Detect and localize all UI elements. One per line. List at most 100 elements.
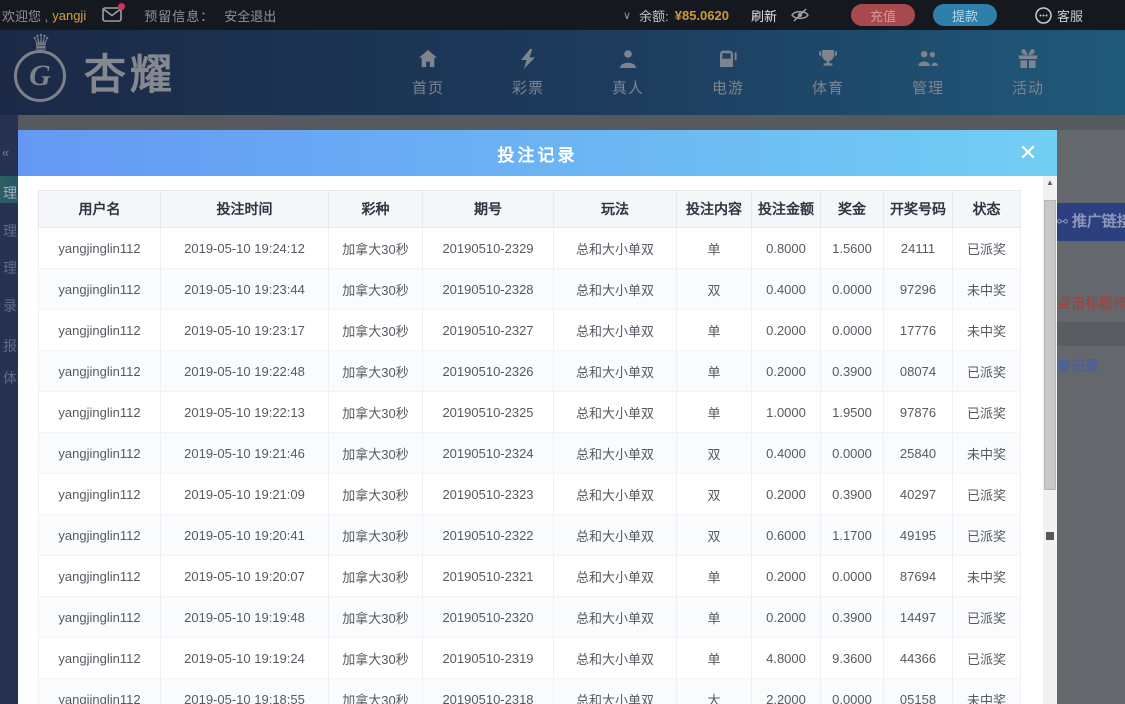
cell-user: yangjinglin112 <box>38 555 161 597</box>
modal-title: 投注记录 <box>497 145 578 165</box>
nav-item-label: 管理 <box>911 79 944 97</box>
brand-name: 杏耀 <box>84 50 177 98</box>
cell-prize: 0.3900 <box>820 473 884 515</box>
cell-time: 2019-05-10 19:21:09 <box>160 473 329 515</box>
nav-item-sports[interactable]: 体育 <box>778 30 878 115</box>
nav-item-label: 首页 <box>411 79 444 97</box>
nav-item-manage[interactable]: 管理 <box>878 30 978 115</box>
cell-amount: 4.8000 <box>751 637 821 679</box>
customer-service-button[interactable]: 客服 <box>1035 6 1083 25</box>
eye-off-icon[interactable] <box>791 8 809 22</box>
status-badge: 已派奖 <box>952 514 1021 556</box>
cell-prize: 0.0000 <box>820 268 884 310</box>
cell-play: 总和大小单双 <box>553 432 677 474</box>
status-badge: 未中奖 <box>952 555 1021 597</box>
table-row: yangjinglin112 2019-05-10 19:21:09 加拿大30秒 2… <box>38 473 1021 515</box>
cell-draw: 87694 <box>883 555 953 597</box>
cell-content: 单 <box>676 350 752 392</box>
cell-draw: 44366 <box>883 637 953 679</box>
cell-draw: 97876 <box>883 391 953 433</box>
cell-prize: 0.3900 <box>820 596 884 638</box>
cell-time: 2019-05-10 19:20:41 <box>160 514 329 556</box>
welcome-text: 欢迎您 , <box>2 8 49 24</box>
cell-draw: 05158 <box>883 678 953 704</box>
cell-amount: 1.0000 <box>751 391 821 433</box>
cell-play: 总和大小单双 <box>553 555 677 597</box>
chevron-down-icon[interactable]: ∨ <box>623 9 631 22</box>
cell-user: yangjinglin112 <box>38 391 161 433</box>
gift-icon <box>1019 48 1037 68</box>
cell-time: 2019-05-10 19:22:48 <box>160 350 329 392</box>
cell-amount: 0.2000 <box>751 473 821 515</box>
column-header: 投注金额 <box>751 190 821 228</box>
mail-icon[interactable] <box>102 3 126 23</box>
bet-record-modal: 投注记录 ✕ 用户名 投注时间 彩种 期号 玩法 投注内容 投注金额 奖金 开奖号码 状态 yan… <box>18 130 1057 704</box>
recharge-button[interactable]: 充值 <box>850 4 915 26</box>
cell-time: 2019-05-10 19:21:46 <box>160 432 329 474</box>
nav-item-activity[interactable]: 活动 <box>978 30 1078 115</box>
status-badge: 未中奖 <box>952 432 1021 474</box>
scrollbar-thumb[interactable] <box>1044 200 1056 490</box>
table-header-row: 用户名 投注时间 彩种 期号 玩法 投注内容 投注金额 奖金 开奖号码 状态 <box>38 190 1021 228</box>
cell-draw: 14497 <box>883 596 953 638</box>
cell-user: yangjinglin112 <box>38 637 161 679</box>
cell-lottery: 加拿大30秒 <box>328 678 423 704</box>
cell-lottery: 加拿大30秒 <box>328 473 423 515</box>
cell-amount: 0.8000 <box>751 227 821 269</box>
refresh-balance-link[interactable]: 刷新 <box>751 6 777 25</box>
cell-draw: 97296 <box>883 268 953 310</box>
cell-prize: 0.3900 <box>820 350 884 392</box>
close-icon[interactable]: ✕ <box>1013 138 1043 168</box>
nav-item-lottery[interactable]: 彩票 <box>478 30 578 115</box>
column-header: 状态 <box>952 190 1021 228</box>
cell-amount: 0.2000 <box>751 350 821 392</box>
cell-content: 单 <box>676 391 752 433</box>
status-badge: 已派奖 <box>952 350 1021 392</box>
nav-item-label: 电游 <box>711 79 744 97</box>
chat-icon <box>1035 6 1052 24</box>
cell-issue: 20190510-2322 <box>422 514 554 556</box>
sidebar-item-fragment: 体 <box>3 370 17 386</box>
cell-issue: 20190510-2319 <box>422 637 554 679</box>
cell-lottery: 加拿大30秒 <box>328 391 423 433</box>
cell-content: 单 <box>676 309 752 351</box>
cell-issue: 20190510-2323 <box>422 473 554 515</box>
brand-logo[interactable]: ♛ G 杏耀 <box>8 30 177 106</box>
table-row: yangjinglin112 2019-05-10 19:19:48 加拿大30秒 2… <box>38 596 1021 638</box>
table-row: yangjinglin112 2019-05-10 19:20:07 加拿大30秒 2… <box>38 555 1021 597</box>
dimmed-band <box>0 115 1125 130</box>
logout-link[interactable]: 安全退出 <box>224 6 276 25</box>
cell-content: 双 <box>676 268 752 310</box>
cell-issue: 20190510-2325 <box>422 391 554 433</box>
modal-scrollbar[interactable]: ▲ <box>1043 176 1057 704</box>
nav-item-live[interactable]: 真人 <box>578 30 678 115</box>
cell-user: yangjinglin112 <box>38 596 161 638</box>
column-header: 彩种 <box>328 190 423 228</box>
modal-body: 用户名 投注时间 彩种 期号 玩法 投注内容 投注金额 奖金 开奖号码 状态 yangjingli… <box>18 176 1057 704</box>
username[interactable]: yangji <box>52 8 86 23</box>
cell-user: yangjinglin112 <box>38 227 161 269</box>
nav-item-label: 真人 <box>611 79 644 97</box>
cell-content: 双 <box>676 473 752 515</box>
cell-content: 大 <box>676 678 752 704</box>
cell-time: 2019-05-10 19:23:17 <box>160 309 329 351</box>
scroll-up-arrow-icon[interactable]: ▲ <box>1044 178 1056 187</box>
cell-play: 总和大小单双 <box>553 268 677 310</box>
cell-user: yangjinglin112 <box>38 514 161 556</box>
nav-item-egame[interactable]: 电游 <box>678 30 778 115</box>
sidebar-item-fragment: 理 <box>3 223 17 239</box>
slot-machine-icon <box>720 50 737 67</box>
balance-value: ¥85.0620 <box>674 7 729 23</box>
cell-user: yangjinglin112 <box>38 350 161 392</box>
table-row: yangjinglin112 2019-05-10 19:23:44 加拿大30秒 2… <box>38 268 1021 310</box>
withdraw-button[interactable]: 提款 <box>932 4 997 26</box>
status-badge: 未中奖 <box>952 268 1021 310</box>
service-label: 客服 <box>1056 8 1083 24</box>
cell-lottery: 加拿大30秒 <box>328 555 423 597</box>
modal-header: 投注记录 ✕ <box>18 130 1057 176</box>
gray-strip-fragment <box>1057 322 1125 346</box>
cell-user: yangjinglin112 <box>38 309 161 351</box>
nav-item-home[interactable]: 首页 <box>378 30 478 115</box>
cell-user: yangjinglin112 <box>38 473 161 515</box>
cell-time: 2019-05-10 19:23:44 <box>160 268 329 310</box>
